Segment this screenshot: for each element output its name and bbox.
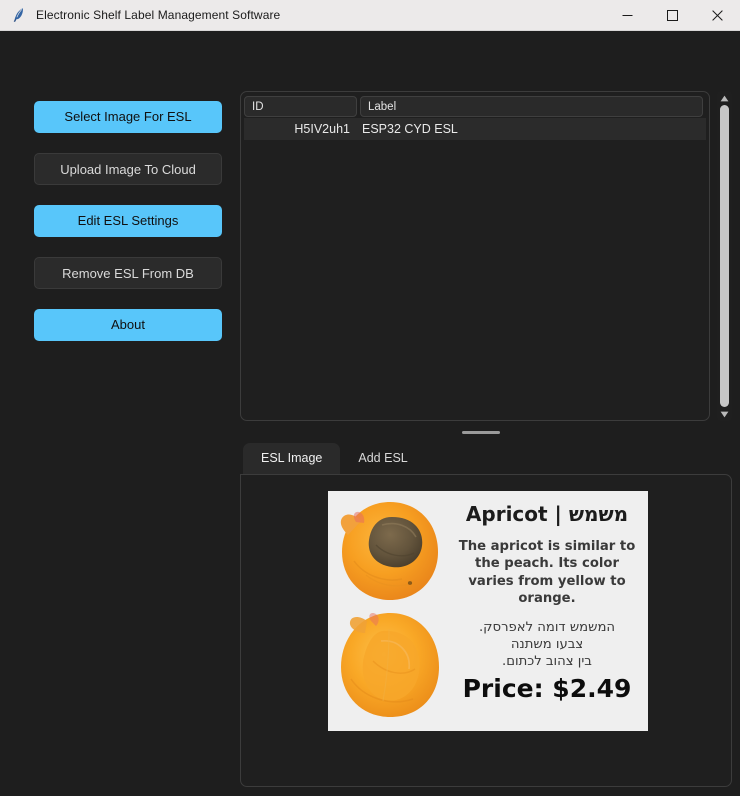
- right-column: ID Label H5IV2uh1 ESP32 CYD ESL ESL Imag…: [240, 91, 732, 787]
- esl-description-en: The apricot is similar to the peach. Its…: [458, 539, 636, 607]
- esl-title: Apricot | משמש: [465, 502, 629, 526]
- esl-description-he-line: המשמש דומה לאפרסק.: [478, 619, 616, 635]
- close-icon: [712, 9, 723, 21]
- table-header-row: ID Label: [241, 92, 709, 117]
- close-button[interactable]: [695, 0, 740, 30]
- tab-strip: ESL Image Add ESL: [240, 443, 732, 474]
- scroll-down-button[interactable]: [717, 407, 732, 421]
- python-feather-icon: [13, 8, 23, 22]
- scrollbar-track[interactable]: [717, 105, 732, 407]
- esl-list-pane: ID Label H5IV2uh1 ESP32 CYD ESL: [240, 91, 732, 421]
- action-button-panel: Select Image For ESL Upload Image To Clo…: [34, 101, 222, 361]
- window-controls: [605, 0, 740, 30]
- minimize-icon: [622, 14, 633, 16]
- esl-notebook: ESL Image Add ESL Apricot | משמש The apr…: [240, 443, 732, 787]
- esl-description-he-line: צבעו משתנה: [510, 636, 584, 652]
- maximize-button[interactable]: [650, 0, 695, 30]
- esl-table[interactable]: ID Label H5IV2uh1 ESP32 CYD ESL: [240, 91, 710, 421]
- tab-add-esl[interactable]: Add ESL: [340, 443, 425, 474]
- apricot-photo-group: [328, 491, 452, 731]
- chevron-up-icon: [720, 95, 729, 101]
- esl-text-block: Apricot | משמש The apricot is similar to…: [452, 491, 648, 731]
- chevron-down-icon: [720, 411, 729, 417]
- apricot-half-with-pit-photo: [340, 502, 438, 600]
- window-title: Electronic Shelf Label Management Softwa…: [36, 8, 281, 22]
- edit-esl-settings-button[interactable]: Edit ESL Settings: [34, 205, 222, 237]
- esl-description-he-line: בין צהוב לכתום.: [502, 654, 592, 669]
- remove-esl-from-db-button[interactable]: Remove ESL From DB: [34, 257, 222, 289]
- upload-image-to-cloud-button[interactable]: Upload Image To Cloud: [34, 153, 222, 185]
- app-root: Select Image For ESL Upload Image To Clo…: [0, 31, 740, 796]
- esl-description-he: המשמש דומה לאפרסק. צבעו משתנה בין צהוב ל…: [456, 619, 638, 670]
- tab-panel-esl-image: Apricot | משמש The apricot is similar to…: [240, 474, 732, 787]
- table-body: H5IV2uh1 ESP32 CYD ESL: [241, 114, 709, 140]
- minimize-button[interactable]: [605, 0, 650, 30]
- maximize-icon: [667, 9, 678, 21]
- scroll-up-button[interactable]: [717, 91, 732, 105]
- window-titlebar: Electronic Shelf Label Management Softwa…: [0, 0, 740, 31]
- table-row[interactable]: H5IV2uh1 ESP32 CYD ESL: [244, 118, 706, 140]
- pane-splitter[interactable]: [240, 421, 732, 443]
- cell-id: H5IV2uh1: [294, 122, 350, 136]
- tab-esl-image[interactable]: ESL Image: [243, 443, 341, 474]
- cell-label: ESP32 CYD ESL: [362, 122, 458, 136]
- column-header-id[interactable]: ID: [244, 96, 357, 117]
- column-header-label[interactable]: Label: [360, 96, 703, 117]
- apricot-half-photo: [341, 612, 439, 717]
- scrollbar-thumb[interactable]: [720, 105, 729, 407]
- esl-price: Price: $2.49: [462, 674, 632, 704]
- about-button[interactable]: About: [34, 309, 222, 341]
- splitter-grip[interactable]: [462, 431, 500, 434]
- esl-table-vertical-scrollbar[interactable]: [717, 91, 732, 421]
- esl-label-preview-image[interactable]: Apricot | משמש The apricot is similar to…: [328, 491, 648, 731]
- select-image-for-esl-button[interactable]: Select Image For ESL: [34, 101, 222, 133]
